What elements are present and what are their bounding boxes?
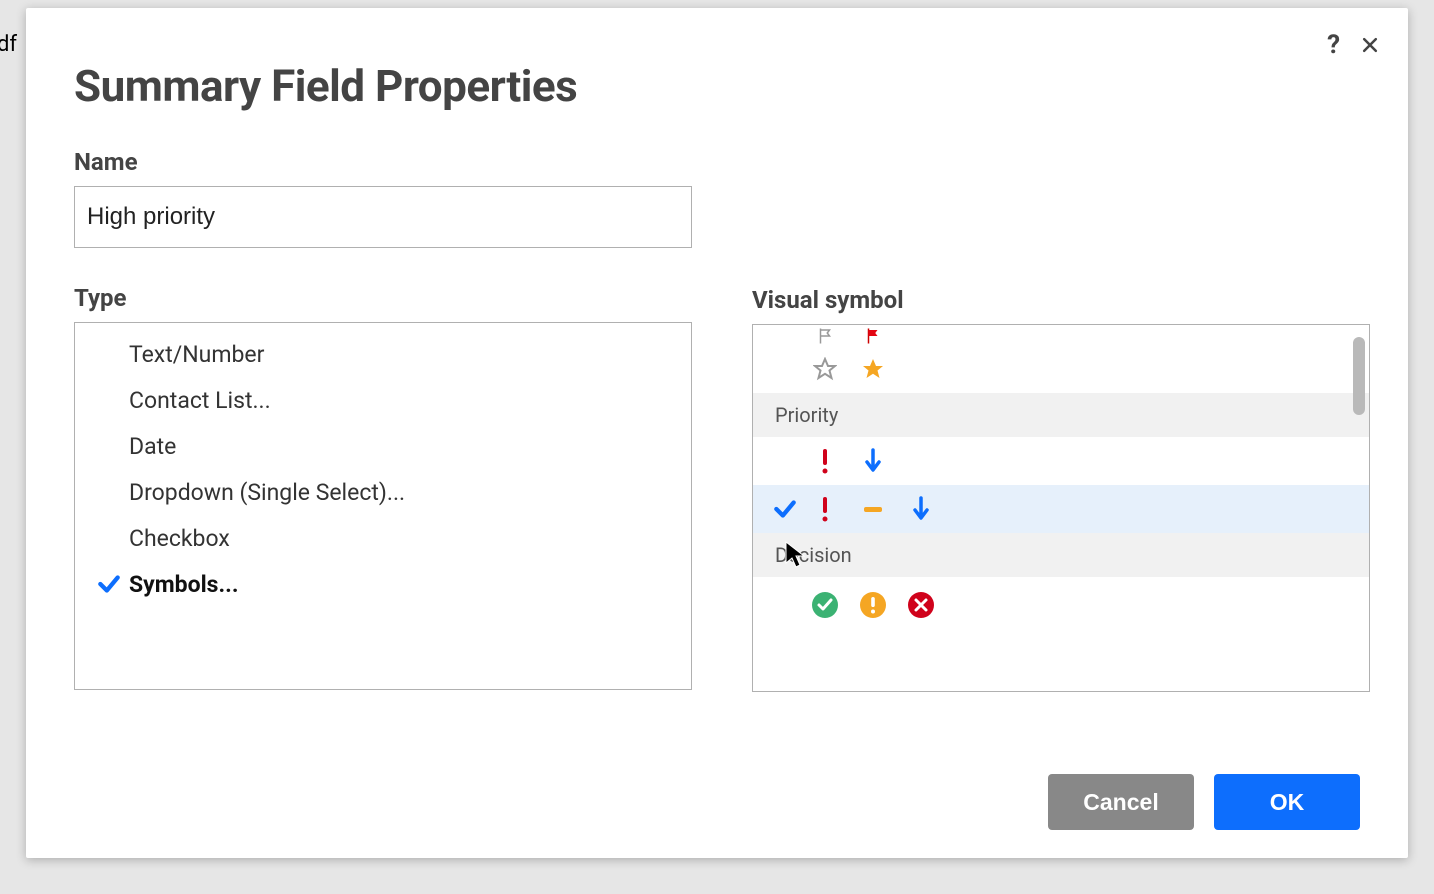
symbol-row-decision-3[interactable] (753, 577, 1369, 633)
close-icon[interactable] (1360, 35, 1380, 55)
circle-x-red-icon (897, 591, 945, 619)
type-item-contact-list[interactable]: Contact List... (75, 377, 691, 423)
scrollbar-thumb[interactable] (1353, 337, 1365, 415)
name-input[interactable] (74, 186, 692, 248)
symbol-row-priority-2[interactable] (753, 437, 1369, 485)
visual-symbol-label: Visual symbol (752, 286, 1370, 314)
help-icon[interactable]: ? (1327, 30, 1340, 60)
type-item-label: Date (129, 433, 176, 460)
type-item-label: Text/Number (129, 341, 264, 368)
star-outline-icon (801, 357, 849, 381)
symbol-row-star[interactable] (753, 345, 1369, 393)
star-filled-icon (849, 357, 897, 381)
type-item-label: Contact List... (129, 387, 271, 414)
flag-red-icon (849, 327, 897, 345)
name-label: Name (74, 148, 692, 176)
arrow-down-blue-icon (897, 496, 945, 522)
type-item-checkbox[interactable]: Checkbox (75, 515, 691, 561)
background-text-fragment: df (0, 32, 17, 57)
type-item-symbols[interactable]: Symbols... (75, 561, 691, 607)
type-item-text-number[interactable]: Text/Number (75, 331, 691, 377)
symbol-row-priority-3[interactable] (753, 485, 1369, 533)
flag-outline-icon (801, 327, 849, 345)
type-item-label: Symbols... (129, 571, 239, 598)
check-icon (772, 496, 798, 522)
symbol-row-flag[interactable] (753, 325, 1369, 345)
symbol-section-decision: Decision (753, 533, 1369, 577)
dialog-footer: Cancel OK (1048, 774, 1360, 830)
cancel-button[interactable]: Cancel (1048, 774, 1194, 830)
type-label: Type (74, 284, 692, 312)
type-item-label: Dropdown (Single Select)... (129, 479, 405, 506)
circle-exclaim-orange-icon (849, 591, 897, 619)
dash-yellow-icon (849, 505, 897, 513)
arrow-down-blue-icon (849, 448, 897, 474)
exclamation-red-icon (801, 496, 849, 522)
dialog-top-icons: ? (1327, 30, 1380, 60)
symbol-section-priority: Priority (753, 393, 1369, 437)
exclamation-red-icon (801, 448, 849, 474)
summary-field-properties-dialog: ? Summary Field Properties Name Type Tex… (26, 8, 1408, 858)
type-list: Text/Number Contact List... Date Dropdow… (74, 322, 692, 690)
check-icon (96, 571, 122, 597)
dialog-title: Summary Field Properties (74, 60, 1360, 112)
circle-check-green-icon (801, 591, 849, 619)
type-item-dropdown[interactable]: Dropdown (Single Select)... (75, 469, 691, 515)
visual-symbol-panel: Priority (752, 324, 1370, 692)
ok-button[interactable]: OK (1214, 774, 1360, 830)
type-item-label: Checkbox (129, 525, 230, 552)
type-item-date[interactable]: Date (75, 423, 691, 469)
